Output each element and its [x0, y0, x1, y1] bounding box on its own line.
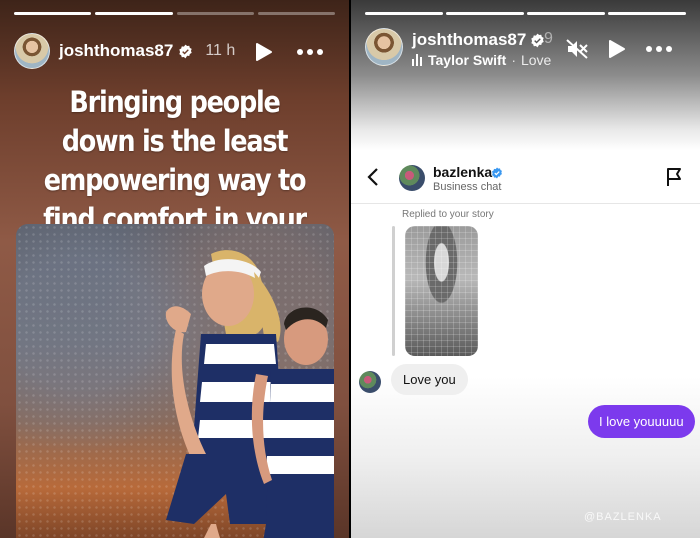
progress-segment — [365, 12, 443, 15]
progress-fill — [14, 12, 92, 15]
chat-username[interactable]: bazlenka — [433, 164, 492, 180]
play-icon[interactable] — [605, 38, 627, 60]
incoming-message: Love you — [391, 364, 468, 395]
speaker-muted-icon[interactable] — [565, 38, 589, 60]
progress-fill — [365, 12, 443, 15]
progress-fill — [95, 12, 173, 15]
verified-badge-icon — [178, 44, 193, 59]
story-header: joshthomas87 11 h — [14, 33, 335, 69]
progress-segment — [95, 12, 173, 15]
story-progress — [365, 12, 686, 15]
progress-segment — [257, 12, 335, 15]
message-avatar — [359, 371, 381, 393]
story-photo — [16, 224, 334, 538]
right-story[interactable]: joshthomas87 Taylor Swift · Love 9 bazle… — [351, 0, 700, 538]
replied-story-thumbnail[interactable] — [405, 226, 478, 356]
progress-segment — [446, 12, 524, 15]
username[interactable]: joshthomas87 — [59, 41, 173, 61]
chat-header: bazlenka Business chat — [351, 152, 700, 204]
reply-label: Replied to your story — [402, 209, 494, 220]
play-icon[interactable] — [252, 41, 274, 63]
song-artist: Love — [520, 52, 552, 68]
progress-fill — [608, 12, 686, 15]
outgoing-message: I love youuuuu — [588, 405, 695, 438]
progress-fill — [527, 12, 605, 15]
music-attribution[interactable]: Taylor Swift · Love — [412, 52, 551, 68]
progress-segment — [527, 12, 605, 15]
chat-subtitle: Business chat — [433, 181, 502, 193]
post-time: 11 h — [205, 42, 236, 59]
watermark: @BAZLENKA — [584, 511, 662, 523]
post-time: 9 — [544, 30, 553, 47]
left-story[interactable]: joshthomas87 11 h Bringing people down i… — [0, 0, 349, 538]
music-bars-icon — [412, 54, 422, 66]
story-progress — [14, 12, 335, 15]
chat-avatar[interactable] — [399, 165, 425, 191]
progress-segment — [14, 12, 92, 15]
username[interactable]: joshthomas87 — [412, 30, 526, 50]
players-illustration — [165, 250, 334, 538]
avatar[interactable] — [365, 28, 403, 66]
progress-segment — [176, 12, 254, 15]
song-title: Taylor Swift — [428, 52, 507, 68]
more-horizontal-icon[interactable] — [645, 40, 673, 58]
story-viewer: joshthomas87 11 h Bringing people down i… — [0, 0, 700, 538]
reply-indicator — [392, 226, 395, 356]
progress-segment — [608, 12, 686, 15]
story-header: joshthomas87 Taylor Swift · Love — [365, 28, 555, 72]
avatar[interactable] — [14, 33, 50, 69]
flag-icon[interactable] — [664, 166, 684, 188]
progress-fill — [446, 12, 524, 15]
chevron-left-icon[interactable] — [365, 166, 381, 188]
verified-badge-icon — [530, 33, 545, 53]
more-horizontal-icon[interactable] — [296, 43, 324, 61]
song-separator: · — [511, 52, 516, 68]
